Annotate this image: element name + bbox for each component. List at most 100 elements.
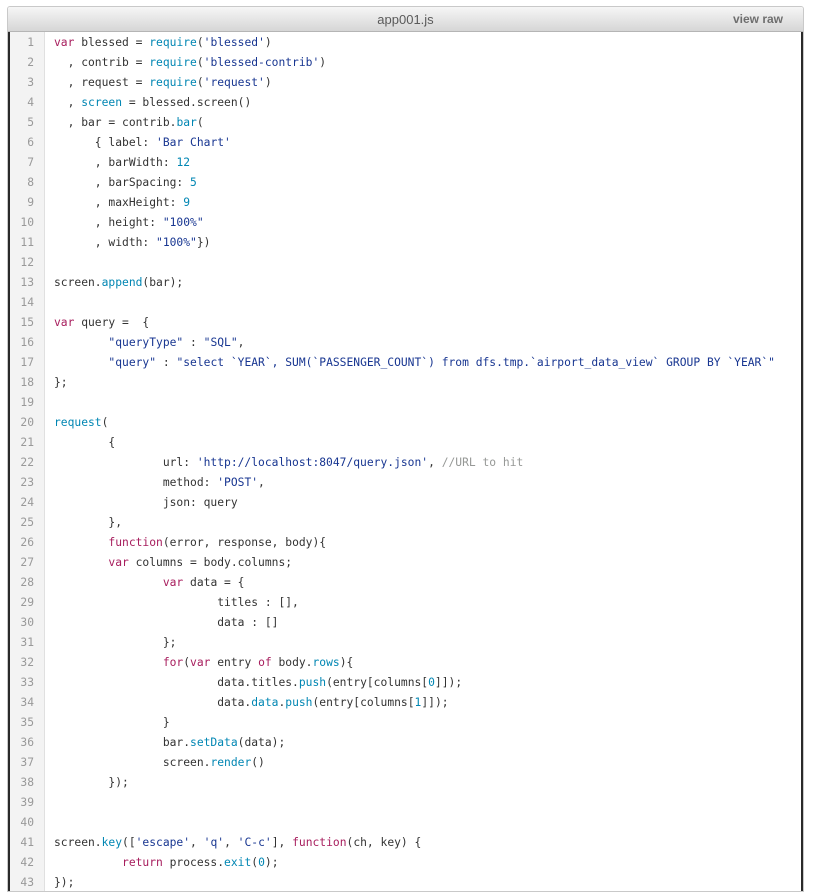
code-token: });: [54, 776, 129, 789]
code-text: var columns = body.columns;: [54, 553, 292, 573]
code-token: ,: [258, 476, 265, 489]
line-number: 30: [20, 616, 34, 629]
code-token: exit: [224, 856, 252, 869]
code-line: 19: [10, 393, 801, 413]
line-number: 39: [20, 796, 34, 809]
code-line: 37 screen.render(): [10, 753, 801, 773]
code-token: };: [54, 376, 68, 389]
code-line: 22 url: 'http://localhost:8047/query.jso…: [10, 453, 801, 473]
code-token: for: [162, 656, 184, 669]
code-text: , barSpacing: 5: [54, 173, 197, 193]
view-raw-link[interactable]: view raw: [733, 12, 783, 26]
code-line: 7 , barWidth: 12: [10, 153, 801, 173]
code-text: });: [54, 873, 75, 891]
code-token: body.: [271, 656, 313, 669]
line-number: 7: [27, 156, 34, 169]
code-token: function: [292, 836, 347, 849]
code-token: 'escape': [135, 836, 191, 849]
code-token: append: [101, 276, 143, 289]
line-number: 17: [20, 356, 34, 369]
code-text: screen.key(['escape', 'q', 'C-c'], funct…: [54, 833, 421, 853]
code-token: screen.: [54, 836, 102, 849]
code-token: json: query: [54, 496, 238, 509]
code-token: }: [54, 716, 170, 729]
code-token: (data);: [237, 736, 286, 749]
code-text: , width: "100%"}): [54, 233, 211, 253]
code-line: 41 screen.key(['escape', 'q', 'C-c'], fun…: [10, 833, 801, 853]
file-header: app001.js view raw: [8, 7, 803, 32]
code-token: key: [101, 836, 123, 849]
code-token: data.: [54, 696, 252, 709]
code-text: screen.render(): [54, 753, 265, 773]
code-text: request(: [54, 413, 108, 433]
code-token: :: [183, 336, 204, 349]
code-token: }): [196, 236, 211, 249]
code-token: ],: [271, 836, 293, 849]
code-token: data: [251, 696, 279, 709]
line-number: 20: [20, 416, 34, 429]
code-line: 5 , bar = contrib.bar(: [10, 113, 801, 133]
code-token: screen.: [54, 276, 102, 289]
code-lines: 1 var blessed = require('blessed') 2 , con…: [10, 33, 801, 891]
gist-file: app001.js view raw 1 var blessed = requir…: [7, 6, 804, 892]
code-token: screen.: [54, 756, 211, 769]
code-line: 36 bar.setData(data);: [10, 733, 801, 753]
code-token: rows: [312, 656, 340, 669]
code-text: "queryType" : "SQL",: [54, 333, 244, 353]
code-token: method:: [54, 476, 218, 489]
code-text: };: [54, 373, 68, 393]
code-line: 11 , width: "100%"}): [10, 233, 801, 253]
code-token: data.titles.: [54, 676, 299, 689]
code-token: , request =: [54, 76, 150, 89]
code-token: push: [285, 696, 313, 709]
line-number: 18: [20, 376, 34, 389]
code-line: 16 "queryType" : "SQL",: [10, 333, 801, 353]
line-number: 9: [27, 196, 34, 209]
code-token: of: [258, 656, 272, 669]
code-line: 6 { label: 'Bar Chart': [10, 133, 801, 153]
code-token: ): [264, 36, 272, 49]
code-token: ): [264, 76, 272, 89]
code-token: });: [54, 876, 75, 889]
code-token: url:: [54, 456, 197, 469]
code-text: return process.exit(0);: [54, 853, 278, 873]
line-number: 22: [20, 456, 34, 469]
code-line: 12: [10, 253, 801, 273]
code-text: for(var entry of body.rows){: [54, 653, 353, 673]
code-token: "SQL": [203, 336, 238, 349]
line-number: 10: [20, 216, 34, 229]
code-token: render: [210, 756, 252, 769]
code-line: 33 data.titles.push(entry[columns[0]]);: [10, 673, 801, 693]
code-line: 35 }: [10, 713, 801, 733]
code-token: "queryType": [108, 336, 184, 349]
line-number: 28: [20, 576, 34, 589]
line-number: 15: [20, 316, 34, 329]
code-line: 26 function(error, response, body){: [10, 533, 801, 553]
code-token: push: [298, 676, 327, 689]
code-text: screen.append(bar);: [54, 273, 183, 293]
code-token: 9: [183, 196, 191, 209]
code-line: 3 , request = require('request'): [10, 73, 801, 93]
code-token: (entry[columns[: [326, 676, 429, 689]
code-line: 29 titles : [],: [10, 593, 801, 613]
code-token: , width:: [54, 236, 157, 249]
code-token: var: [190, 656, 211, 669]
code-line: 17 "query" : "select `YEAR`, SUM(`PASSEN…: [10, 353, 801, 373]
code-text: bar.setData(data);: [54, 733, 285, 753]
code-token: 5: [190, 176, 197, 189]
line-number: 32: [20, 656, 34, 669]
code-text: var data = {: [54, 573, 245, 593]
line-number: 43: [20, 876, 34, 889]
code-token: ): [319, 56, 327, 69]
code-line: 14: [10, 293, 801, 313]
code-line: 18};: [10, 373, 801, 393]
code-line: 13 screen.append(bar);: [10, 273, 801, 293]
code-text: var query = {: [54, 313, 149, 333]
code-text: },: [54, 513, 122, 533]
code-line: 40: [10, 813, 801, 833]
code-token: function: [108, 536, 163, 549]
